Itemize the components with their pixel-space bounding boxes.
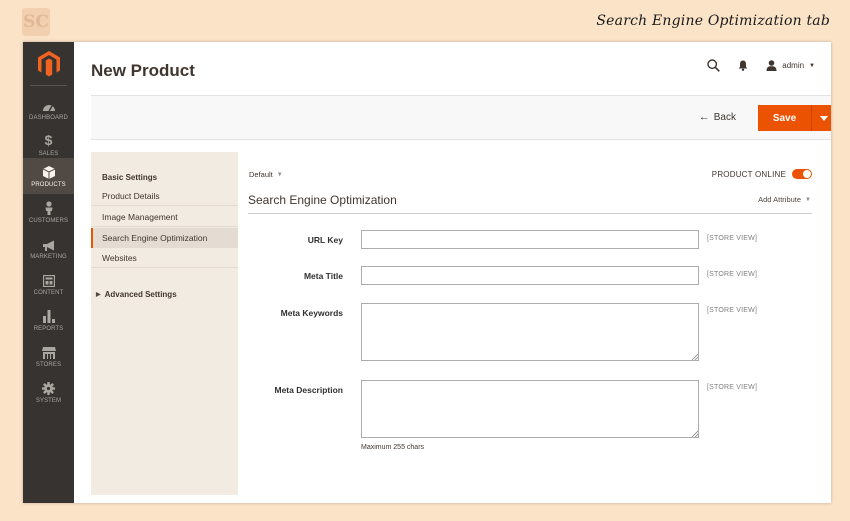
section-title: Search Engine Optimization	[248, 193, 397, 207]
header-tools: admin ▼	[707, 59, 815, 72]
add-attribute-label: Add Attribute	[758, 195, 802, 204]
add-attribute-button[interactable]: Add Attribute ▼	[758, 195, 811, 204]
chevron-down-icon: ▼	[276, 171, 283, 178]
admin-username: admin	[782, 61, 805, 70]
nav-label: MARKETING	[30, 254, 67, 260]
section-divider	[248, 213, 812, 214]
meta-description-hint: Maximum 255 chars	[361, 444, 425, 451]
admin-menu[interactable]: admin ▼	[766, 60, 815, 71]
resize-handle-icon[interactable]	[692, 354, 698, 360]
nav-label: CONTENT	[33, 290, 64, 296]
chevron-down-icon: ▼	[805, 196, 811, 203]
resize-handle-icon[interactable]	[692, 431, 698, 437]
bell-icon[interactable]	[738, 60, 748, 71]
url-key-scope: [STORE VIEW]	[707, 235, 758, 242]
arrow-left-icon: ←	[698, 111, 710, 123]
tab-product-details[interactable]: Product Details	[91, 186, 238, 206]
meta-keywords-label: Meta Keywords	[280, 308, 343, 318]
chevron-right-icon: ▶	[96, 292, 101, 298]
nav-item-system[interactable]: SYSTEM	[23, 374, 74, 410]
page-title: New Product	[91, 61, 195, 80]
meta-title-label: Meta Title	[303, 271, 343, 281]
dashboard-icon	[42, 96, 56, 112]
nav-label: SALES	[38, 151, 59, 157]
nav-item-products[interactable]: PRODUCTS	[23, 158, 74, 194]
nav-label: CUSTOMERS	[28, 218, 69, 224]
product-tabs-panel: Basic Settings Product Details Image Man…	[91, 152, 246, 495]
meta-description-textarea[interactable]	[361, 380, 699, 438]
tab-image-management[interactable]: Image Management	[91, 207, 238, 227]
caret-down-icon	[820, 115, 828, 121]
magento-logo-icon[interactable]	[37, 50, 61, 78]
product-online-switch: PRODUCT ONLINE	[712, 169, 812, 179]
main-sidebar: DASHBOARD $ SALES PRODUCTS CUSTOMERS MAR…	[23, 42, 74, 503]
url-key-input[interactable]	[361, 230, 699, 249]
sidebar-divider	[30, 85, 67, 86]
meta-description-scope: [STORE VIEW]	[707, 384, 758, 391]
url-key-label: URL Key	[307, 235, 343, 245]
nav-label: SYSTEM	[35, 398, 62, 404]
advanced-settings-label: Advanced Settings	[104, 290, 177, 299]
nav-label: STORES	[35, 362, 62, 368]
nav-item-customers[interactable]: CUSTOMERS	[23, 194, 74, 230]
site-logo: SC	[22, 8, 50, 36]
search-icon[interactable]	[707, 59, 721, 72]
save-options-toggle[interactable]	[811, 105, 831, 131]
store-scope-switcher[interactable]: Default ▼	[249, 170, 283, 179]
meta-keywords-textarea[interactable]	[361, 303, 699, 361]
tab-websites[interactable]: Websites	[91, 248, 238, 268]
user-icon	[766, 60, 777, 71]
scope-label: Default	[249, 170, 273, 179]
gear-icon	[42, 379, 55, 395]
nav-item-marketing[interactable]: MARKETING	[23, 230, 74, 266]
back-label: Back	[713, 111, 736, 123]
meta-keywords-scope: [STORE VIEW]	[707, 307, 758, 314]
back-button[interactable]: ← Back	[699, 111, 736, 123]
content-icon	[42, 271, 55, 287]
page-actions-bar: ← Back Save	[91, 95, 831, 140]
product-online-label: PRODUCT ONLINE	[711, 169, 786, 179]
tab-label: Product Details	[102, 190, 160, 201]
tab-search-engine-optimization[interactable]: Search Engine Optimization	[91, 228, 246, 248]
meta-description-label: Meta Description	[274, 385, 344, 395]
tab-label: Search Engine Optimization	[102, 233, 208, 243]
tab-label: Image Management	[102, 211, 178, 222]
page-caption: Search Engine Optimization tab	[596, 13, 830, 29]
bar-chart-icon	[42, 307, 55, 323]
meta-title-scope: [STORE VIEW]	[707, 271, 758, 278]
nav-item-content[interactable]: CONTENT	[23, 266, 74, 302]
megaphone-icon	[42, 235, 56, 251]
cube-icon	[42, 163, 55, 179]
toggle-knob	[803, 170, 811, 178]
store-icon	[41, 343, 56, 359]
save-button[interactable]: Save	[758, 105, 811, 131]
save-split-button: Save	[758, 105, 831, 131]
dollar-icon: $	[44, 132, 53, 148]
admin-window: DASHBOARD $ SALES PRODUCTS CUSTOMERS MAR…	[23, 42, 831, 503]
tab-label: Websites	[102, 252, 137, 263]
meta-title-input[interactable]	[361, 266, 699, 285]
advanced-settings-toggle[interactable]: ▶ Advanced Settings	[96, 290, 177, 299]
nav-item-dashboard[interactable]: DASHBOARD	[23, 91, 74, 127]
nav-label: REPORTS	[33, 326, 64, 332]
nav-item-reports[interactable]: REPORTS	[23, 302, 74, 338]
nav-label: DASHBOARD	[29, 115, 68, 121]
person-icon	[44, 199, 54, 215]
chevron-down-icon: ▼	[809, 62, 815, 69]
product-online-toggle[interactable]	[792, 169, 812, 179]
basic-settings-heading: Basic Settings	[102, 173, 158, 182]
nav-label: PRODUCTS	[31, 182, 66, 188]
nav-item-stores[interactable]: STORES	[23, 338, 74, 374]
